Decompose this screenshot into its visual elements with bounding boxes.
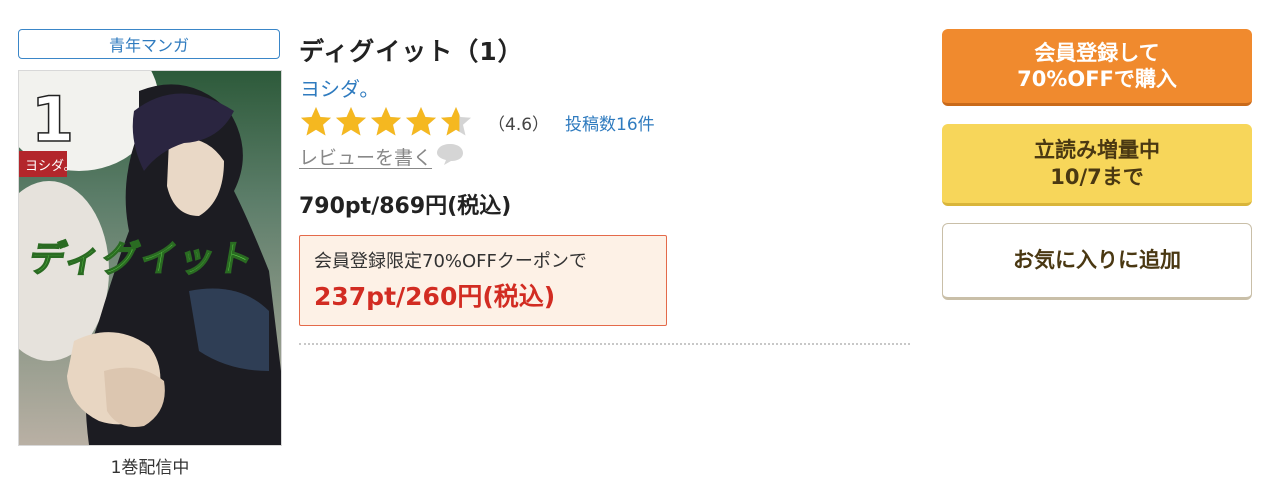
divider — [299, 343, 910, 345]
register-button-line1: 会員登録して — [1034, 40, 1160, 65]
register-purchase-button[interactable]: 会員登録して 70%OFFで購入 — [942, 29, 1252, 106]
preview-button[interactable]: 立読み増量中 10/7まで — [942, 124, 1252, 206]
register-button-line2: 70%OFFで購入 — [1017, 67, 1177, 91]
cover-volume-number: 1 — [31, 83, 74, 156]
preview-button-line1: 立読み増量中 — [1034, 138, 1160, 163]
review-count-link[interactable]: 投稿数16件 — [565, 110, 655, 135]
page-title: ディグイット（1） — [299, 37, 524, 66]
star-icon — [371, 107, 401, 136]
book-detail-page: 青年マンガ 1 ヨシダ。 ディグイット 1巻配信中 ディグイット（1） ヨシダ。… — [0, 0, 1280, 494]
genre-tag[interactable]: 青年マンガ — [18, 29, 280, 59]
regular-price: 790pt/869円(税込) — [299, 194, 512, 219]
coupon-description: 会員登録限定70%OFFクーポンで — [314, 251, 587, 272]
book-cover[interactable]: 1 ヨシダ。 ディグイット — [18, 70, 282, 446]
write-review-label: レビューを書く — [299, 146, 433, 169]
coupon-price: 237pt/260円(税込) — [314, 282, 556, 312]
star-icon — [441, 107, 471, 136]
rating-value: （4.6） — [488, 114, 550, 135]
favorite-button-label: お気に入りに追加 — [1013, 248, 1181, 273]
preview-button-line2: 10/7まで — [1050, 164, 1144, 189]
add-favorite-button[interactable]: お気に入りに追加 — [942, 223, 1252, 300]
volume-status: 1巻配信中 — [110, 458, 190, 478]
cover-title: ディグイット — [26, 237, 259, 280]
star-icon — [406, 107, 436, 136]
cover-art-image: 1 ヨシダ。 ディグイット — [19, 71, 281, 445]
star-icon — [336, 107, 366, 136]
write-review-link[interactable]: レビューを書く — [299, 142, 464, 170]
star-rating — [299, 105, 474, 139]
author-link[interactable]: ヨシダ。 — [300, 73, 379, 102]
speech-bubble-icon — [436, 142, 464, 170]
star-icon — [301, 107, 331, 136]
rating-row: （4.6） 投稿数16件 — [299, 104, 655, 140]
coupon-box: 会員登録限定70%OFFクーポンで 237pt/260円(税込) — [299, 235, 667, 326]
cover-author: ヨシダ。 — [25, 159, 77, 174]
